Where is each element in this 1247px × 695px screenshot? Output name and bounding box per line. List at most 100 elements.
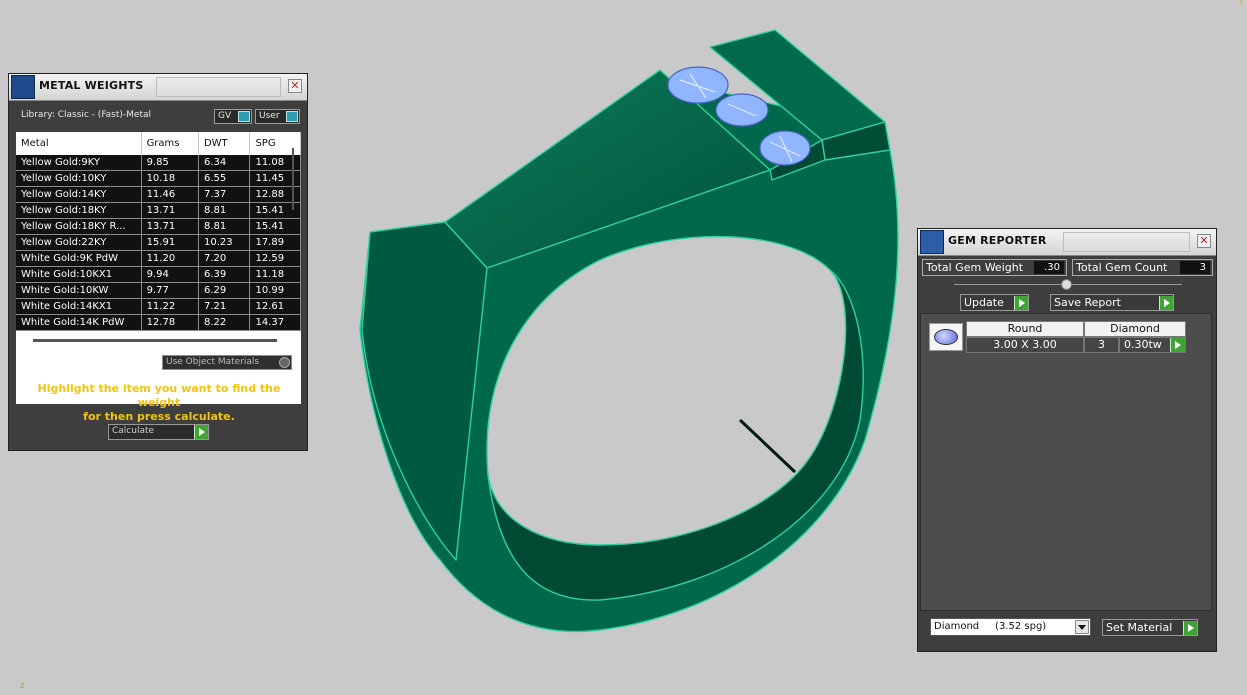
table-header: Metal Grams DWT SPG bbox=[16, 132, 301, 155]
gem-reporter-close-icon[interactable]: ✕ bbox=[1197, 234, 1211, 248]
cell-grams: 12.78 bbox=[141, 314, 199, 331]
gem-size: 3.00 X 3.00 bbox=[966, 337, 1084, 353]
cell-grams: 11.20 bbox=[141, 250, 199, 267]
cell-metal: Yellow Gold:18KY R... bbox=[16, 218, 142, 235]
cell-grams: 13.71 bbox=[141, 218, 199, 235]
save-report-label: Save Report bbox=[1054, 296, 1121, 309]
update-label: Update bbox=[964, 296, 1004, 309]
gem-weight-value: 0.30tw bbox=[1124, 338, 1162, 351]
corner-marker-icon: z bbox=[20, 681, 25, 691]
metal-weights-titlebar[interactable]: METAL WEIGHTS ✕ bbox=[9, 74, 307, 101]
gem-material: Diamond bbox=[1084, 321, 1186, 337]
save-report-button[interactable]: Save Report bbox=[1050, 294, 1174, 311]
play-arrow-icon[interactable] bbox=[194, 425, 208, 439]
total-gem-count-field: Total Gem Count 3 bbox=[1072, 259, 1213, 276]
gem-list[interactable]: Round Diamond 3.00 X 3.00 3 0.30tw bbox=[920, 313, 1212, 611]
table-vertical-scrollbar[interactable] bbox=[292, 148, 294, 210]
total-gem-count-label: Total Gem Count bbox=[1076, 261, 1168, 274]
material-select[interactable]: Diamond (3.52 spg) bbox=[930, 618, 1091, 636]
library-label: Library: Classic - (Fast)-Metal bbox=[21, 110, 152, 120]
cell-metal: White Gold:9K PdW bbox=[16, 250, 142, 267]
cell-metal: Yellow Gold:14KY bbox=[16, 186, 142, 203]
cell-dwt: 8.81 bbox=[198, 202, 251, 219]
column-header[interactable]: DWT bbox=[198, 132, 251, 155]
material-select-value: Diamond (3.52 spg) bbox=[934, 621, 1047, 632]
round-diamond-icon[interactable] bbox=[929, 323, 963, 351]
table-row[interactable]: Yellow Gold:18KY R... 13.71 8.81 15.41 bbox=[16, 218, 301, 235]
gv-toggle-label: GV bbox=[218, 111, 232, 121]
metal-weights-title: METAL WEIGHTS bbox=[39, 79, 144, 92]
cell-dwt: 7.20 bbox=[198, 250, 251, 267]
table-row[interactable]: Yellow Gold:18KY 13.71 8.81 15.41 bbox=[16, 202, 301, 219]
cell-metal: Yellow Gold:18KY bbox=[16, 202, 142, 219]
total-gem-count-value: 3 bbox=[1180, 261, 1210, 274]
cell-grams: 11.46 bbox=[141, 186, 199, 203]
user-toggle[interactable]: User bbox=[255, 109, 300, 124]
metal-weights-panel: METAL WEIGHTS ✕ Library: Classic - (Fast… bbox=[8, 73, 308, 451]
cell-spg: 10.99 bbox=[249, 282, 301, 299]
table-row[interactable]: White Gold:10KX1 9.94 6.39 11.18 bbox=[16, 266, 301, 283]
cell-grams: 15.91 bbox=[141, 234, 199, 251]
total-gem-weight-field: Total Gem Weight .30 bbox=[922, 259, 1067, 276]
cell-dwt: 7.21 bbox=[198, 298, 251, 315]
splitter-handle[interactable] bbox=[1061, 279, 1072, 290]
chevron-down-icon[interactable] bbox=[1075, 620, 1089, 634]
instruction-text: Highlight the item you want to find the … bbox=[21, 382, 297, 424]
gv-toggle-knob bbox=[238, 111, 250, 122]
cell-grams: 9.94 bbox=[141, 266, 199, 283]
table-row[interactable]: Yellow Gold:14KY 11.46 7.37 12.88 bbox=[16, 186, 301, 203]
cell-grams: 11.22 bbox=[141, 298, 199, 315]
table-row[interactable]: Yellow Gold:10KY 10.18 6.55 11.45 bbox=[16, 170, 301, 187]
cell-spg: 14.37 bbox=[249, 314, 301, 331]
cell-dwt: 8.81 bbox=[198, 218, 251, 235]
gem-reporter-logo-icon bbox=[920, 230, 944, 254]
cell-dwt: 8.22 bbox=[198, 314, 251, 331]
cell-dwt: 6.55 bbox=[198, 170, 251, 187]
gem-reporter-panel: GEM REPORTER ✕ Total Gem Weight .30 Tota… bbox=[917, 228, 1217, 652]
cell-dwt: 10.23 bbox=[198, 234, 251, 251]
cell-spg: 17.89 bbox=[249, 234, 301, 251]
cell-metal: Yellow Gold:9KY bbox=[16, 155, 142, 171]
instruction-line: for then press calculate. bbox=[83, 410, 235, 423]
gv-toggle[interactable]: GV bbox=[214, 109, 252, 124]
use-object-materials-label: Use Object Materials bbox=[166, 357, 260, 367]
calculate-button[interactable]: Calculate bbox=[108, 424, 209, 440]
cell-spg: 12.59 bbox=[249, 250, 301, 267]
table-row[interactable]: White Gold:9K PdW 11.20 7.20 12.59 bbox=[16, 250, 301, 267]
table-row[interactable]: White Gold:10KW 9.77 6.29 10.99 bbox=[16, 282, 301, 299]
gem-weight[interactable]: 0.30tw bbox=[1119, 337, 1186, 353]
gem-reporter-title: GEM REPORTER bbox=[948, 234, 1047, 247]
play-arrow-icon[interactable] bbox=[1183, 621, 1197, 635]
table-row[interactable]: Yellow Gold:9KY 9.85 6.34 11.08 bbox=[16, 155, 301, 171]
table-horizontal-scrollbar[interactable] bbox=[33, 339, 277, 342]
table-row[interactable]: White Gold:14KX1 11.22 7.21 12.61 bbox=[16, 298, 301, 315]
update-button[interactable]: Update bbox=[960, 294, 1029, 311]
instruction-line: Highlight the item you want to find the … bbox=[37, 382, 281, 409]
table-row[interactable]: Yellow Gold:22KY 15.91 10.23 17.89 bbox=[16, 234, 301, 251]
use-object-materials-toggle[interactable]: Use Object Materials bbox=[162, 355, 292, 370]
corner-marker-icon: ) bbox=[1239, 0, 1243, 6]
cell-spg: 15.41 bbox=[249, 218, 301, 235]
cell-spg: 12.61 bbox=[249, 298, 301, 315]
cell-dwt: 6.34 bbox=[198, 155, 251, 171]
calculate-label: Calculate bbox=[112, 426, 155, 436]
cell-grams: 9.77 bbox=[141, 282, 199, 299]
gem-count: 3 bbox=[1084, 337, 1119, 353]
set-material-button[interactable]: Set Material bbox=[1102, 619, 1198, 636]
play-arrow-icon[interactable] bbox=[1159, 296, 1173, 310]
cell-grams: 10.18 bbox=[141, 170, 199, 187]
metal-weights-close-icon[interactable]: ✕ bbox=[288, 79, 302, 93]
titlebar-band bbox=[1063, 232, 1190, 252]
column-header[interactable]: Grams bbox=[141, 132, 199, 155]
total-gem-weight-value: .30 bbox=[1034, 261, 1064, 274]
column-header[interactable]: Metal bbox=[16, 132, 142, 155]
table-row[interactable]: White Gold:14K PdW 12.78 8.22 14.37 bbox=[16, 314, 301, 331]
cell-dwt: 6.29 bbox=[198, 282, 251, 299]
cell-metal: Yellow Gold:10KY bbox=[16, 170, 142, 187]
play-arrow-icon[interactable] bbox=[1170, 338, 1185, 352]
gem-reporter-titlebar[interactable]: GEM REPORTER ✕ bbox=[918, 229, 1216, 256]
play-arrow-icon[interactable] bbox=[1014, 296, 1028, 310]
user-toggle-knob bbox=[286, 111, 298, 122]
cell-dwt: 6.39 bbox=[198, 266, 251, 283]
cell-dwt: 7.37 bbox=[198, 186, 251, 203]
